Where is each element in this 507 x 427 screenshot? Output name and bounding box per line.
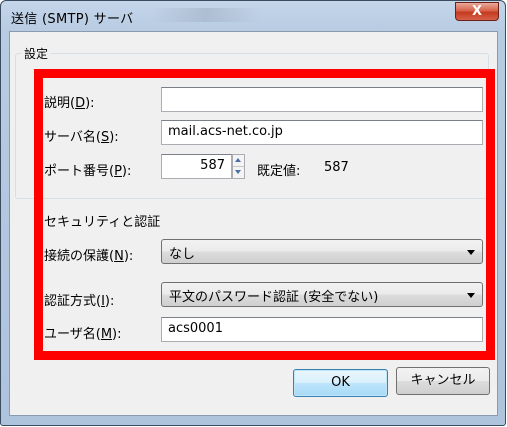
description-input[interactable] [161,87,483,112]
connection-security-label: 接続の保護(N): [44,245,133,264]
server-name-label-end: ): [109,130,119,145]
port-label: ポート番号(P): [44,160,131,179]
auth-method-value: 平文のパスワード認証 (安全でない) [169,290,379,305]
spin-up-icon[interactable] [233,155,244,167]
smtp-server-dialog: 送信 (SMTP) サーバ X 設定 説明(D): サーバ名(S): mail.… [0,0,506,426]
spin-down-icon[interactable] [233,167,244,178]
description-label: 説明(D): [44,92,95,111]
auth-method-select[interactable]: 平文のパスワード認証 (安全でない) [161,282,483,307]
auth-method-label-text: 認証方式( [44,294,102,309]
port-label-end: ): [121,164,132,179]
server-name-label-text: サーバ名( [44,130,101,145]
username-mnemonic: M [100,327,113,342]
connection-security-select[interactable]: なし [161,239,483,264]
port-default-label: 既定値: [257,164,301,179]
port-mnemonic: P [114,164,122,179]
settings-group-title: 設定 [21,45,52,62]
username-label-text: ユーザ名( [44,327,101,342]
window-title: 送信 (SMTP) サーバ [11,12,134,27]
port-input[interactable]: 587 [161,154,232,179]
server-name-mnemonic: S [100,130,110,145]
close-icon: X [471,4,483,19]
description-label-end: ): [85,96,95,111]
port-label-text: ポート番号( [44,164,115,179]
title-blur [151,8,261,22]
ok-button[interactable]: OK [293,369,388,397]
title-bar[interactable]: 送信 (SMTP) サーバ X [1,1,505,31]
chevron-down-icon [467,250,475,255]
username-label: ユーザ名(M): [44,323,121,342]
description-mnemonic: D [75,96,86,111]
chevron-down-icon [467,293,475,298]
username-input[interactable]: acs0001 [161,317,483,342]
username-label-end: ): [112,327,122,342]
port-default-value: 587 [324,160,349,175]
connection-mnemonic: N [114,249,124,264]
connection-label-end: ): [123,249,134,264]
auth-method-label: 認証方式(I): [44,290,114,309]
section-divider [43,198,488,199]
security-section-title: セキュリティと認証 [44,215,161,230]
port-spinner[interactable] [232,154,245,179]
auth-method-label-end: ): [104,294,115,309]
server-name-label: サーバ名(S): [44,126,119,145]
description-label-text: 説明( [44,96,76,111]
connection-label-text: 接続の保護( [44,249,115,264]
cancel-button[interactable]: キャンセル [396,367,490,395]
connection-security-value: なし [169,247,196,262]
server-name-input[interactable]: mail.acs-net.co.jp [161,120,483,145]
close-button[interactable]: X [455,2,499,21]
